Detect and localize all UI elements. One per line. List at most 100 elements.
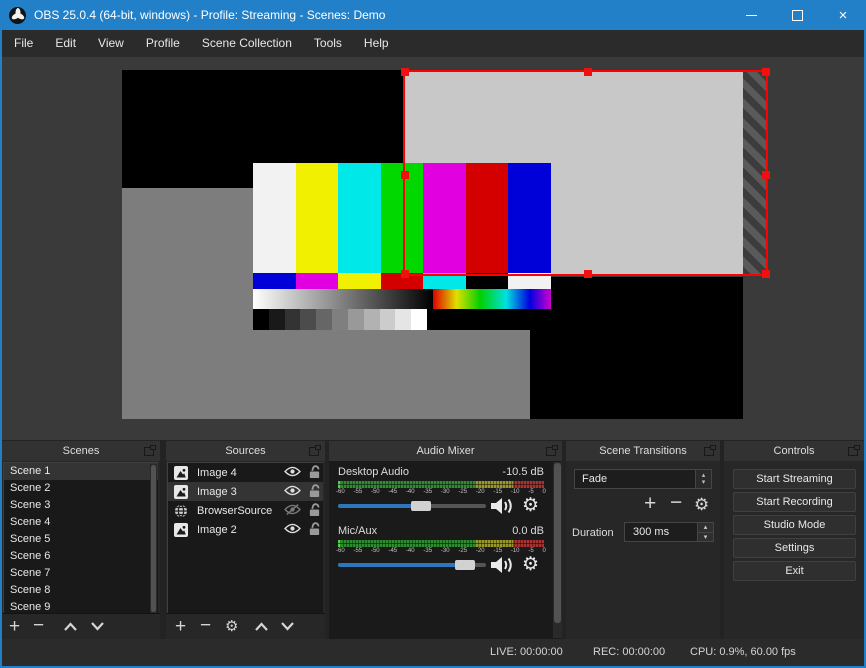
start-streaming-button[interactable]: Start Streaming [733, 469, 856, 489]
menu-edit[interactable]: Edit [44, 30, 87, 57]
source-item[interactable]: Image 4 [168, 463, 323, 482]
sources-list[interactable]: Image 4 Image 3 BrowserSource Image 2 [167, 462, 324, 615]
scene-item[interactable]: Scene 1 [4, 463, 158, 480]
grayscale-gradient [253, 289, 433, 309]
add-transition-button[interactable]: + [644, 493, 656, 514]
lock-open-icon[interactable] [308, 484, 321, 498]
menu-scene-collection[interactable]: Scene Collection [191, 30, 303, 57]
scene-item[interactable]: Scene 5 [4, 531, 158, 548]
color-bar [363, 309, 380, 330]
live-time: LIVE: 00:00:00 [490, 646, 563, 658]
handle-bottom-right[interactable] [762, 270, 770, 278]
maximize-button[interactable] [774, 0, 820, 30]
duration-up-button[interactable]: ▴ [698, 523, 713, 533]
scenes-list[interactable]: Scene 1 Scene 2 Scene 3 Scene 4 Scene 5 … [3, 462, 159, 615]
lock-open-icon[interactable] [308, 503, 321, 517]
handle-top-left[interactable] [401, 68, 409, 76]
duration-spinbox[interactable]: 300 ms ▴ ▾ [624, 522, 714, 542]
slider-knob[interactable] [410, 501, 431, 511]
channel-gear-icon[interactable]: ⚙ [522, 553, 539, 576]
source-properties-gear-button[interactable]: ⚙ [225, 617, 238, 636]
source-item-selected[interactable]: Image 3 [168, 482, 323, 501]
scenes-panel-header: Scenes [2, 441, 160, 461]
add-scene-button[interactable]: + [9, 617, 20, 636]
studio-mode-button[interactable]: Studio Mode [733, 515, 856, 535]
source-up-button[interactable] [254, 622, 269, 631]
lock-open-icon[interactable] [308, 522, 321, 536]
panel-float-icon[interactable] [546, 445, 558, 456]
transition-select[interactable]: Fade ▴ ▾ [574, 469, 712, 489]
scene-transitions-panel: Scene Transitions Fade ▴ ▾ + − ⚙ Duration… [566, 441, 720, 639]
visibility-eye-icon[interactable] [284, 465, 301, 478]
handle-mid-right[interactable] [762, 171, 770, 179]
remove-scene-button[interactable]: − [33, 616, 44, 635]
menu-help[interactable]: Help [353, 30, 400, 57]
speaker-icon[interactable] [489, 555, 515, 575]
close-button[interactable]: × [820, 0, 864, 30]
slider-knob[interactable] [455, 560, 476, 570]
meter-tick-label: -45 [388, 489, 398, 495]
panel-float-icon[interactable] [848, 445, 860, 456]
duration-down-button[interactable]: ▾ [698, 532, 713, 541]
source-item[interactable]: BrowserSource [168, 501, 323, 520]
volume-slider[interactable] [338, 500, 486, 512]
handle-top-center[interactable] [584, 68, 592, 76]
combo-arrows-icon[interactable]: ▴ ▾ [695, 470, 711, 488]
handle-top-right[interactable] [762, 68, 770, 76]
menu-tools[interactable]: Tools [303, 30, 353, 57]
scene-item[interactable]: Scene 6 [4, 548, 158, 565]
speaker-icon[interactable] [489, 496, 515, 516]
color-bar [253, 309, 269, 330]
channel-name: Desktop Audio [338, 466, 409, 478]
source-item[interactable]: Image 2 [168, 520, 323, 539]
scene-down-button[interactable] [90, 622, 105, 631]
scene-item[interactable]: Scene 2 [4, 480, 158, 497]
handle-bottom-left[interactable] [401, 270, 409, 278]
start-recording-button[interactable]: Start Recording [733, 492, 856, 512]
scene-item[interactable]: Scene 3 [4, 497, 158, 514]
menu-view[interactable]: View [87, 30, 135, 57]
handle-bottom-center[interactable] [584, 270, 592, 278]
scenes-toolbar: + − [2, 613, 160, 639]
scene-item[interactable]: Scene 8 [4, 582, 158, 599]
volume-slider[interactable] [338, 559, 486, 571]
transition-gear-button[interactable]: ⚙ [694, 495, 709, 514]
window-title: OBS 25.0.4 (64-bit, windows) - Profile: … [34, 8, 386, 22]
panel-float-icon[interactable] [144, 445, 156, 456]
selection-outline[interactable] [401, 68, 770, 278]
scenes-scrollbar[interactable] [150, 464, 157, 613]
scene-item[interactable]: Scene 7 [4, 565, 158, 582]
preview-area[interactable] [2, 57, 864, 440]
title-bar: OBS 25.0.4 (64-bit, windows) - Profile: … [2, 0, 864, 30]
sources-panel: Sources Image 4 Image 3 BrowserSource Im… [166, 441, 325, 639]
mixer-scrollbar[interactable] [553, 462, 562, 638]
panel-float-icon[interactable] [704, 445, 716, 456]
scenes-panel-title: Scenes [62, 445, 100, 457]
minimize-icon [745, 14, 757, 16]
meter-tick-label: -55 [353, 548, 363, 554]
handle-mid-left[interactable] [401, 171, 409, 179]
panel-float-icon[interactable] [309, 445, 321, 456]
visibility-eye-slash-icon[interactable] [284, 503, 301, 516]
scene-up-button[interactable] [63, 622, 78, 631]
scenes-panel: Scenes Scene 1 Scene 2 Scene 3 Scene 4 S… [2, 441, 160, 639]
menu-profile[interactable]: Profile [135, 30, 191, 57]
add-source-button[interactable]: + [175, 617, 186, 636]
visibility-eye-icon[interactable] [284, 484, 301, 497]
menu-file[interactable]: File [3, 30, 44, 57]
exit-button[interactable]: Exit [733, 561, 856, 581]
source-down-button[interactable] [280, 622, 295, 631]
meter-tick-label: -30 [440, 548, 450, 554]
black-rect-bottom-right[interactable] [530, 277, 743, 419]
meter-tick-label: -45 [388, 548, 398, 554]
channel-gear-icon[interactable]: ⚙ [522, 494, 539, 517]
lock-open-icon[interactable] [308, 465, 321, 479]
remove-transition-button[interactable]: − [670, 492, 682, 513]
visibility-eye-icon[interactable] [284, 522, 301, 535]
settings-button[interactable]: Settings [733, 538, 856, 558]
scene-item[interactable]: Scene 4 [4, 514, 158, 531]
minimize-button[interactable] [728, 0, 774, 30]
color-bar [379, 309, 396, 330]
smpte-steps-row [253, 309, 551, 330]
remove-source-button[interactable]: − [200, 616, 211, 635]
